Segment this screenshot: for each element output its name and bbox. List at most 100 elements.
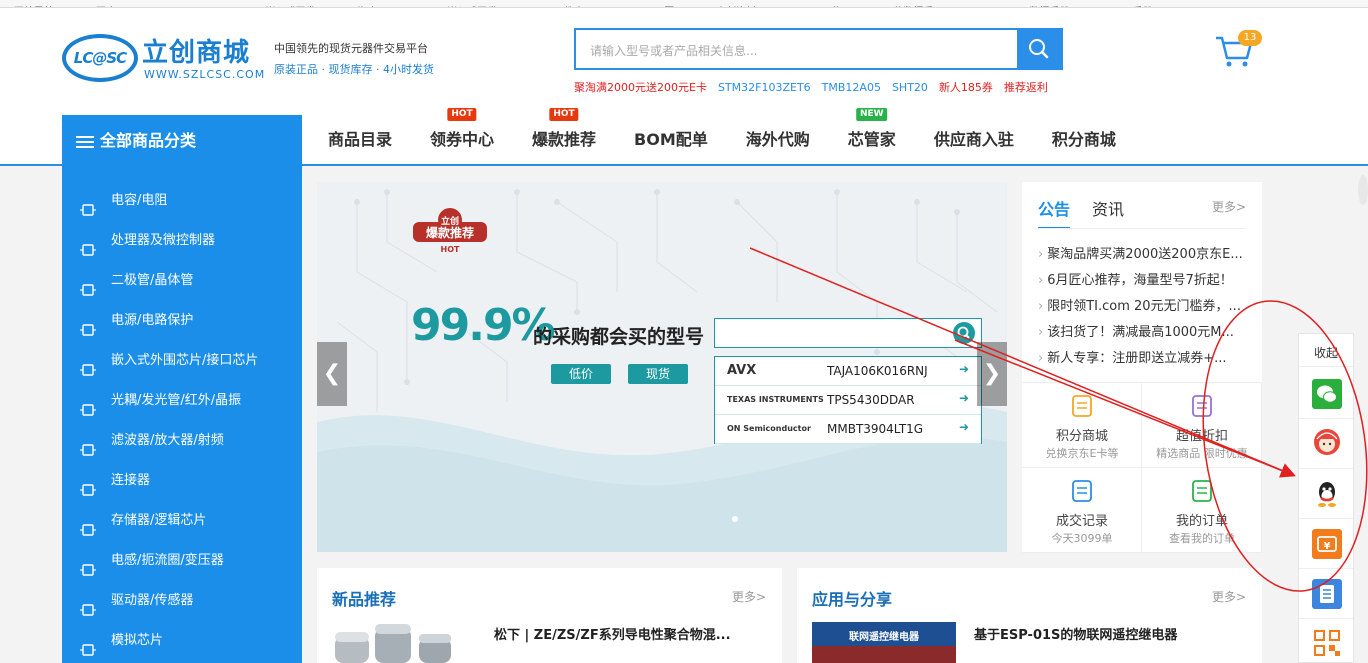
shortcut-3[interactable]: 成交记录 今天3099单	[1022, 468, 1142, 553]
news-item[interactable]: 6月匠心推荐，海量型号7折起！	[1038, 269, 1252, 288]
featured-part-row[interactable]: TEXAS INSTRUMENTS TPS5430DDAR ➜	[715, 386, 981, 415]
logo-title: 立创商城	[142, 38, 251, 68]
hot-search-links: 聚淘满2000元送200元E卡 STM32F103ZET6 TMB12A05 SHT2…	[574, 79, 1059, 95]
nav-item[interactable]: 供应商入驻	[934, 128, 1014, 152]
notes-icon[interactable]	[1312, 579, 1342, 609]
divider	[1299, 468, 1353, 469]
banner-prev-arrow[interactable]: ❮	[317, 342, 347, 406]
optocoupler-icon	[80, 394, 96, 416]
promo-banner[interactable]: 立创 爆款推荐 HOT 99.9% 的采购都会买的型号 低价 现货 AVX TAJ…	[317, 182, 1007, 552]
right-toolbar: 收起 ¥	[1298, 333, 1354, 663]
nav-item[interactable]: 领券中心 HOT	[430, 108, 494, 152]
site-header: LC@SC 立创商城 WWW.SZLCSC.COM 中国领先的现货元器件交易平台…	[0, 8, 1368, 102]
news-item[interactable]: 该扫货了！满减最高1000元M...	[1038, 321, 1252, 340]
shortcut-4[interactable]: 我的订单查看我的订单	[1142, 468, 1262, 553]
nav-item[interactable]: 积分商城	[1052, 128, 1116, 152]
slogan-line-2: 原装正品 · 现货库存 · 4小时发货	[274, 63, 434, 76]
category-item[interactable]: 电感/扼流圈/变压器	[62, 541, 302, 581]
logo-badge: LC@SC	[62, 34, 138, 82]
memory-icon	[80, 514, 96, 536]
banner-search-icon[interactable]	[953, 322, 975, 344]
shortcut-1[interactable]: 积分商城 兑换京东E卡等	[1022, 383, 1142, 468]
hot-tag: HOT	[447, 108, 477, 121]
search-button[interactable]	[1017, 30, 1061, 68]
customer-service-icon[interactable]	[1312, 427, 1342, 457]
divider	[1038, 228, 1246, 229]
category-item[interactable]: 驱动器/传感器	[62, 581, 302, 621]
shortcut-title: 成交记录	[1055, 514, 1108, 529]
nav-item[interactable]: 爆款推荐 HOT	[532, 108, 596, 152]
more-link[interactable]: 更多>	[732, 588, 766, 605]
notice-more-link[interactable]: 更多>	[1212, 198, 1246, 215]
category-item[interactable]: 电源/电路保护	[62, 301, 302, 341]
coupon-icon[interactable]: ¥	[1312, 529, 1342, 559]
qr-code-icon[interactable]	[1312, 628, 1342, 658]
category-item[interactable]: 二极管/晶体管	[62, 261, 302, 301]
nav-item-label: 供应商入驻	[933, 130, 1014, 149]
brand-logo: TEXAS INSTRUMENTS	[727, 395, 824, 404]
category-sidebar: 电容/电阻 处理器及微控制器 二极管/晶体管 电源/电路保护 嵌入式外围芯片/接口芯片光…	[62, 166, 302, 663]
category-label: 存储器/逻辑芯片	[111, 513, 207, 528]
toolbar-collapse[interactable]: 收起	[1299, 344, 1353, 361]
new-products-section: 新品推荐 更多> 松下 | ZE/ZS/ZF系列导电性聚合物混...	[317, 568, 782, 663]
main-nav: 全部商品分类 商品目录 领券中心 HOT 爆款推荐 HOT BOM配单 海外代购 芯管家 NEW…	[0, 102, 1368, 166]
category-item[interactable]: 连接器	[62, 461, 302, 501]
category-item[interactable]: 光耦/发光管/红外/晶振	[62, 381, 302, 421]
transaction-record-icon	[1069, 478, 1095, 504]
news-item[interactable]: 聚淘品牌买满2000送200京东E...	[1038, 243, 1252, 262]
category-item[interactable]: 电容/电阻	[62, 181, 302, 221]
notice-tabs: 公告 资讯	[1038, 196, 1146, 229]
shortcut-subtitle: 查看我的订单	[1169, 532, 1235, 545]
category-item[interactable]: 嵌入式外围芯片/接口芯片	[62, 341, 302, 381]
arrow-right-icon[interactable]: ➜	[959, 391, 969, 405]
hot-search-link[interactable]: 聚淘满2000元送200元E卡	[574, 81, 707, 94]
nav-item[interactable]: 商品目录	[328, 128, 392, 152]
page: 网站导航百度一下Microsoft嵌入式开发淘宝(PCB)嵌入式开发AD元件库G…	[0, 0, 1368, 663]
qq-icon[interactable]	[1312, 478, 1342, 508]
shortcut-title: 我的订单	[1175, 514, 1228, 529]
brand-logo: AVX	[727, 363, 757, 378]
new-tag: NEW	[855, 108, 888, 121]
featured-part-row[interactable]: ON Semiconductor MMBT3904LT1G ➜	[715, 415, 981, 444]
nav-item[interactable]: 芯管家 NEW	[848, 108, 896, 152]
nav-item[interactable]: 海外代购	[746, 128, 810, 152]
shortcut-grid: 积分商城 兑换京东E卡等 超值折扣 精选商品 限时优惠 成交记录 今天3099单我的订单查…	[1022, 382, 1262, 553]
featured-part-row[interactable]: AVX TAJA106K016RNJ ➜	[715, 357, 981, 386]
tab-notice[interactable]: 公告	[1038, 200, 1071, 229]
wechat-icon[interactable]	[1312, 379, 1342, 409]
hot-search-link[interactable]: TMB12A05	[822, 81, 881, 94]
category-item[interactable]: 处理器及微控制器	[62, 221, 302, 261]
arrow-right-icon[interactable]: ➜	[959, 362, 969, 376]
inductor-icon	[80, 554, 96, 576]
hot-search-link[interactable]: 新人185券	[939, 81, 993, 94]
slogan-line-1: 中国领先的现货元器件交易平台	[274, 42, 428, 55]
hot-search-link[interactable]: STM32F103ZET6	[718, 81, 811, 94]
capacitor-product-image[interactable]	[331, 622, 475, 663]
all-categories-button[interactable]: 全部商品分类	[62, 115, 302, 166]
embedded-chip-icon	[80, 354, 96, 376]
category-item[interactable]: 滤波器/放大器/射频	[62, 421, 302, 461]
banner-search-box[interactable]	[714, 318, 982, 348]
filter-icon	[80, 434, 96, 456]
news-item[interactable]: 新人专享：注册即送立减券+...	[1038, 347, 1252, 366]
category-item[interactable]: 存储器/逻辑芯片	[62, 501, 302, 541]
site-logo[interactable]: LC@SC 立创商城 WWW.SZLCSC.COM	[62, 28, 272, 88]
carousel-dot[interactable]	[732, 516, 738, 522]
app-share-title[interactable]: 基于ESP-01S的物联网遥控继电器	[974, 624, 1177, 643]
banner-next-arrow[interactable]: ❯	[977, 342, 1007, 406]
tab-news[interactable]: 资讯	[1092, 200, 1124, 219]
hot-search-link[interactable]: 推荐返利	[1004, 81, 1048, 94]
shortcut-2[interactable]: 超值折扣 精选商品 限时优惠	[1142, 383, 1262, 468]
category-item[interactable]: 模拟芯片	[62, 621, 302, 661]
hot-search-link[interactable]: SHT20	[892, 81, 928, 94]
more-link[interactable]: 更多>	[1212, 588, 1246, 605]
nav-item[interactable]: BOM配单	[634, 128, 708, 152]
arrow-right-icon[interactable]: ➜	[959, 420, 969, 434]
news-item[interactable]: 限时领TI.com 20元无门槛券，...	[1038, 295, 1252, 314]
search-input[interactable]: 请输入型号或者产品相关信息...	[574, 28, 1063, 70]
category-label: 模拟芯片	[111, 633, 164, 648]
relay-project-image[interactable]: 联网遥控继电器	[812, 622, 956, 663]
new-product-title[interactable]: 松下 | ZE/ZS/ZF系列导电性聚合物混...	[494, 624, 731, 643]
cart-button[interactable]: 13	[1214, 30, 1262, 70]
coins-icon	[1069, 393, 1095, 419]
